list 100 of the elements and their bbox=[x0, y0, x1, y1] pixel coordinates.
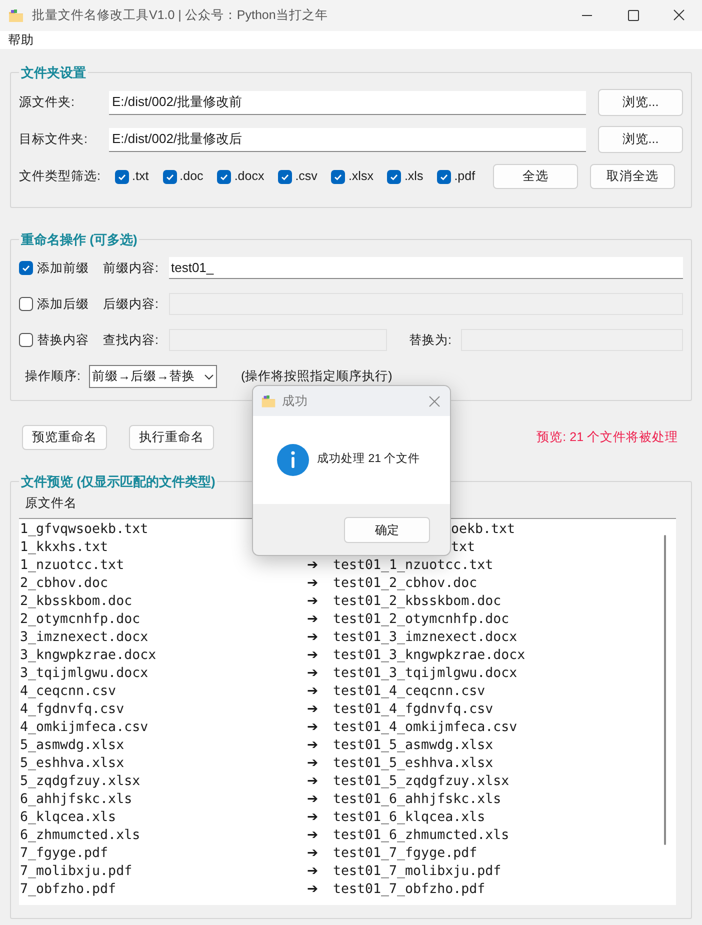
arrow-icon: ➔ bbox=[307, 772, 333, 792]
arrow-icon: ➔ bbox=[307, 700, 333, 720]
field-label: 目标文件夹: bbox=[19, 131, 88, 148]
new-filename: test01_7_fgyge.pdf bbox=[333, 844, 478, 863]
original-filename: 4_ceqcnn.csv bbox=[19, 682, 118, 701]
new-filename: test01_2_cbhov.doc bbox=[333, 574, 478, 593]
checkbox[interactable] bbox=[278, 170, 292, 184]
checkbox[interactable] bbox=[437, 170, 452, 184]
original-filename: 4_fgdnvfq.csv bbox=[19, 700, 126, 719]
arrow-icon: ➔ bbox=[307, 646, 333, 666]
arrow-icon: ➔ bbox=[307, 556, 333, 576]
new-filename: test01_6_klqcea.xls bbox=[333, 808, 486, 827]
new-filename: test01_1_nzuotcc.txt bbox=[333, 556, 494, 575]
checkbox[interactable] bbox=[19, 333, 33, 347]
new-filename: test01_3_kngwpkzrae.docx bbox=[333, 646, 526, 665]
section-title: 文件预览 (仅显示匹配的文件类型) bbox=[20, 473, 216, 491]
checkbox[interactable] bbox=[19, 297, 33, 311]
arrow-icon: ➔ bbox=[307, 718, 333, 738]
new-filename: test01_3_imznexect.docx bbox=[333, 628, 518, 647]
text-field[interactable]: test01_ bbox=[169, 257, 683, 279]
arrow-icon: ➔ bbox=[307, 592, 333, 612]
checkbox-label: 替换内容 bbox=[37, 332, 89, 349]
field-label: 操作顺序: bbox=[25, 368, 82, 386]
menu-item[interactable]: 帮助 bbox=[8, 30, 34, 50]
checkbox-label: .xlsx bbox=[348, 168, 374, 186]
checkbox-label: .csv bbox=[295, 168, 318, 186]
dialog-title: 成功 bbox=[282, 392, 308, 410]
original-filename: 6_ahhjfskc.xls bbox=[19, 790, 134, 809]
new-filename: test01_3_tqijmlgwu.docx bbox=[333, 664, 518, 683]
checkbox[interactable] bbox=[162, 170, 177, 184]
field-label: 后缀内容: bbox=[103, 296, 160, 313]
new-filename: test01_5_asmwdg.xlsx bbox=[333, 736, 494, 755]
new-filename: test01_6_ahhjfskc.xls bbox=[333, 790, 502, 809]
arrow-icon: ➔ bbox=[307, 574, 333, 594]
arrow-icon: ➔ bbox=[307, 808, 333, 828]
original-filename: 5_asmwdg.xlsx bbox=[19, 736, 126, 755]
button[interactable]: 浏览... bbox=[598, 89, 683, 116]
field-label: 文件类型筛选: bbox=[19, 168, 102, 186]
folder-icon bbox=[8, 8, 24, 24]
dialog-message: 成功处理 21 个文件 bbox=[317, 452, 420, 468]
original-filename: 5_eshhva.xlsx bbox=[19, 754, 126, 773]
new-filename: test01_5_eshhva.xlsx bbox=[333, 754, 494, 773]
button[interactable]: 取消全选 bbox=[590, 164, 676, 189]
button[interactable]: 预览重命名 bbox=[22, 425, 107, 450]
checkbox-label: .txt bbox=[132, 168, 149, 186]
field-label: 前缀内容: bbox=[103, 260, 160, 277]
checkbox-label: .xls bbox=[404, 168, 424, 186]
order-dropdown[interactable]: 前缀→后缀→替换 bbox=[89, 365, 217, 388]
arrow-icon: ➔ bbox=[307, 880, 333, 900]
info-icon bbox=[277, 444, 309, 476]
checkbox-label: 添加后缀 bbox=[37, 296, 89, 313]
checkbox-label: .doc bbox=[180, 168, 204, 186]
checkbox[interactable] bbox=[115, 170, 129, 184]
checkbox[interactable] bbox=[331, 170, 346, 184]
arrow-icon: ➔ bbox=[307, 682, 333, 702]
original-filename: 1_kkxhs.txt bbox=[19, 538, 110, 557]
ok-button[interactable]: 确定 bbox=[344, 516, 430, 542]
new-filename: txt bbox=[451, 538, 476, 557]
original-filename: 2_kbsskbom.doc bbox=[19, 592, 134, 611]
new-filename: test01_7_obfzho.pdf bbox=[333, 880, 486, 899]
checkbox[interactable] bbox=[19, 261, 33, 275]
checkbox[interactable] bbox=[387, 170, 402, 184]
arrow-icon: ➔ bbox=[307, 754, 333, 774]
original-filename: 6_zhmumcted.xls bbox=[19, 826, 142, 845]
original-filename: 6_klqcea.xls bbox=[19, 808, 118, 827]
new-filename: test01_2_kbsskbom.doc bbox=[333, 592, 502, 611]
new-filename: test01_7_molibxju.pdf bbox=[333, 862, 502, 881]
original-filename: 2_cbhov.doc bbox=[19, 574, 110, 593]
arrow-icon: ➔ bbox=[307, 844, 333, 864]
section-title: 文件夹设置 bbox=[20, 64, 87, 82]
checkbox-label: .docx bbox=[234, 168, 264, 186]
field-label: 查找内容: bbox=[103, 332, 160, 349]
original-filename: 1_nzuotcc.txt bbox=[19, 556, 126, 575]
original-filename: 2_otymcnhfp.doc bbox=[19, 610, 142, 629]
original-filename: 3_imznexect.docx bbox=[19, 628, 150, 647]
path-field[interactable]: E:/dist/002/批量修改前 bbox=[109, 90, 586, 114]
button[interactable]: 全选 bbox=[493, 164, 578, 189]
path-field[interactable]: E:/dist/002/批量修改后 bbox=[109, 128, 586, 152]
button[interactable]: 浏览... bbox=[598, 126, 683, 153]
window-title: 批量文件名修改工具V1.0 | 公众号：Python当打之年 bbox=[32, 7, 328, 24]
chevron-down-icon bbox=[204, 374, 214, 380]
close-icon[interactable] bbox=[429, 396, 440, 406]
original-filename: 7_fgyge.pdf bbox=[19, 844, 110, 863]
arrow-icon: ➔ bbox=[307, 628, 333, 648]
order-note: (操作将按照指定顺序执行) bbox=[241, 368, 392, 386]
arrow-icon: ➔ bbox=[307, 862, 333, 882]
section-title: 重命名操作 (可多选) bbox=[20, 230, 138, 249]
folder-icon bbox=[261, 394, 276, 408]
new-filename: test01_4_omkijmfeca.csv bbox=[333, 718, 518, 737]
new-filename: oekb.txt bbox=[451, 520, 516, 539]
arrow-icon: ➔ bbox=[307, 736, 333, 756]
original-filename: 7_obfzho.pdf bbox=[19, 880, 118, 899]
original-filename: 3_kngwpkzrae.docx bbox=[19, 646, 158, 665]
new-filename: test01_5_zqdgfzuy.xlsx bbox=[333, 772, 510, 791]
checkbox[interactable] bbox=[217, 170, 232, 184]
arrow-icon: ➔ bbox=[307, 826, 333, 846]
button[interactable]: 执行重命名 bbox=[129, 425, 214, 450]
original-filename: 7_molibxju.pdf bbox=[19, 862, 134, 881]
checkbox-label: 添加前缀 bbox=[37, 260, 89, 277]
checkbox-label: .pdf bbox=[454, 168, 476, 186]
